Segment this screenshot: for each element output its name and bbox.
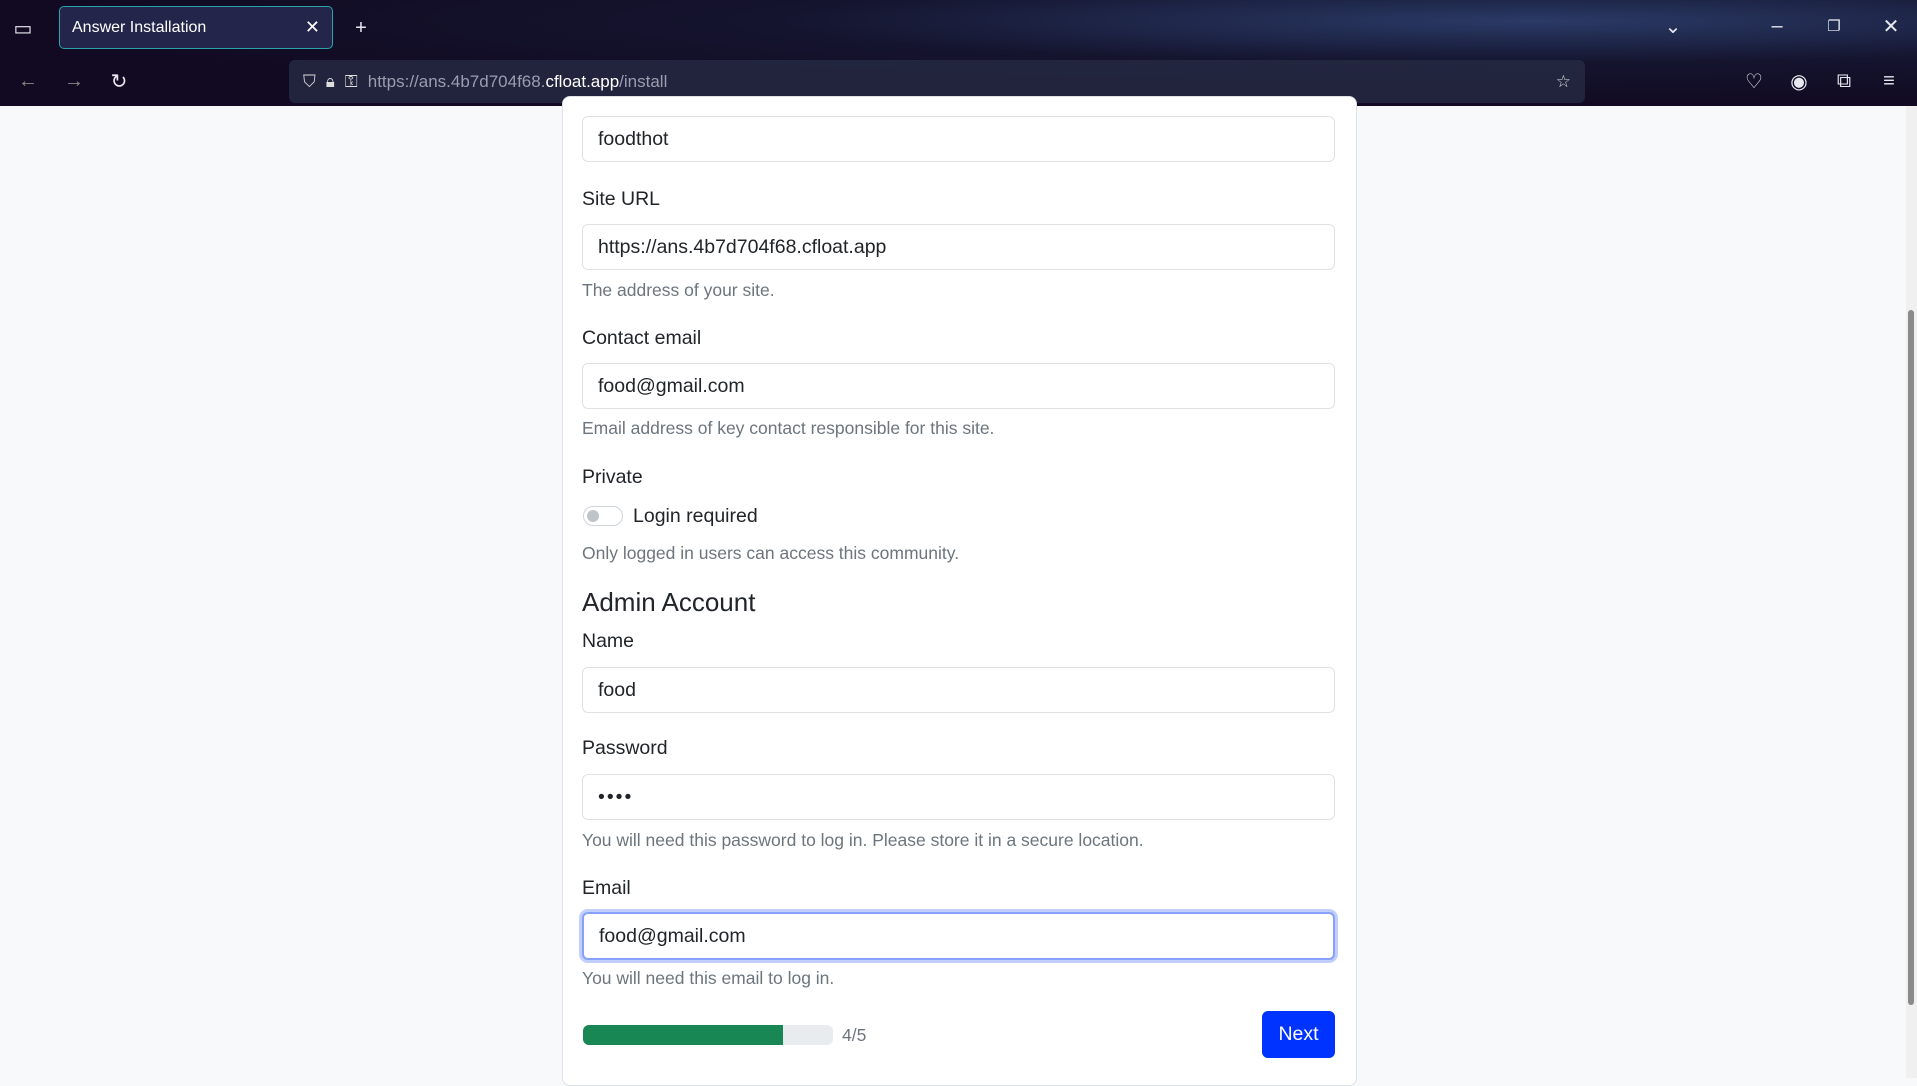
- progress-fill: [583, 1025, 783, 1045]
- reload-icon[interactable]: ↻: [104, 66, 134, 96]
- new-tab-icon[interactable]: +: [346, 13, 376, 43]
- url-path: /install: [619, 71, 668, 91]
- scrollbar-thumb[interactable]: [1908, 310, 1914, 1005]
- tab-title: Answer Installation: [72, 18, 207, 36]
- private-label: Private: [582, 466, 643, 488]
- site-url-label: Site URL: [582, 188, 661, 210]
- email-input[interactable]: food@gmail.com: [582, 912, 1335, 960]
- extensions-icon[interactable]: ⧉: [1829, 66, 1859, 96]
- back-icon[interactable]: ←: [13, 66, 43, 96]
- site-url-help: The address of your site.: [582, 280, 775, 300]
- shield-icon[interactable]: ⛉: [303, 72, 316, 92]
- password-input[interactable]: ••••: [582, 774, 1335, 820]
- next-button[interactable]: Next: [1262, 1011, 1335, 1058]
- minimize-icon[interactable]: –: [1762, 11, 1792, 41]
- browser-chrome: ▭ Answer Installation ✕ + ⌄ – ❐ ✕ ← → ↻ ⛉…: [0, 0, 1917, 106]
- pocket-icon[interactable]: ♡: [1739, 66, 1769, 96]
- login-required-label: Login required: [633, 505, 758, 527]
- email-label: Email: [582, 877, 631, 899]
- bookmark-star-icon[interactable]: ☆: [1556, 72, 1571, 92]
- close-window-icon[interactable]: ✕: [1876, 11, 1906, 41]
- private-help: Only logged in users can access this com…: [582, 543, 960, 563]
- install-progress-bar: [583, 1025, 833, 1045]
- forward-icon[interactable]: →: [59, 66, 89, 96]
- contact-email-label: Contact email: [582, 327, 702, 349]
- tab-list-icon[interactable]: ▭: [8, 13, 38, 43]
- restore-icon[interactable]: ❐: [1819, 11, 1849, 41]
- contact-email-help: Email address of key contact responsible…: [582, 418, 995, 438]
- password-label: Password: [582, 737, 668, 759]
- close-tab-icon[interactable]: ✕: [305, 17, 320, 38]
- login-required-toggle[interactable]: [583, 506, 623, 526]
- site-url-input[interactable]: https://ans.4b7d704f68.cfloat.app: [582, 224, 1335, 270]
- url-prefix: https://ans.4b7d704f68.: [367, 71, 546, 91]
- contact-email-input[interactable]: food@gmail.com: [582, 363, 1335, 409]
- lock-icon[interactable]: 🔒︎: [326, 72, 335, 92]
- name-label: Name: [582, 630, 635, 652]
- key-icon[interactable]: ⚿: [345, 72, 358, 92]
- admin-account-heading: Admin Account: [582, 587, 756, 617]
- account-icon[interactable]: ◉: [1784, 66, 1814, 96]
- chevron-down-icon[interactable]: ⌄: [1658, 11, 1688, 41]
- menu-icon[interactable]: ≡: [1874, 66, 1904, 96]
- url-host: cfloat.app: [545, 71, 620, 91]
- progress-label: 4/5: [842, 1025, 867, 1045]
- site-name-input[interactable]: foodthot: [582, 116, 1335, 162]
- password-help: You will need this password to log in. P…: [582, 830, 1144, 850]
- browser-tab[interactable]: Answer Installation ✕: [59, 6, 333, 49]
- email-help: You will need this email to log in.: [582, 968, 835, 988]
- name-input[interactable]: food: [582, 667, 1335, 713]
